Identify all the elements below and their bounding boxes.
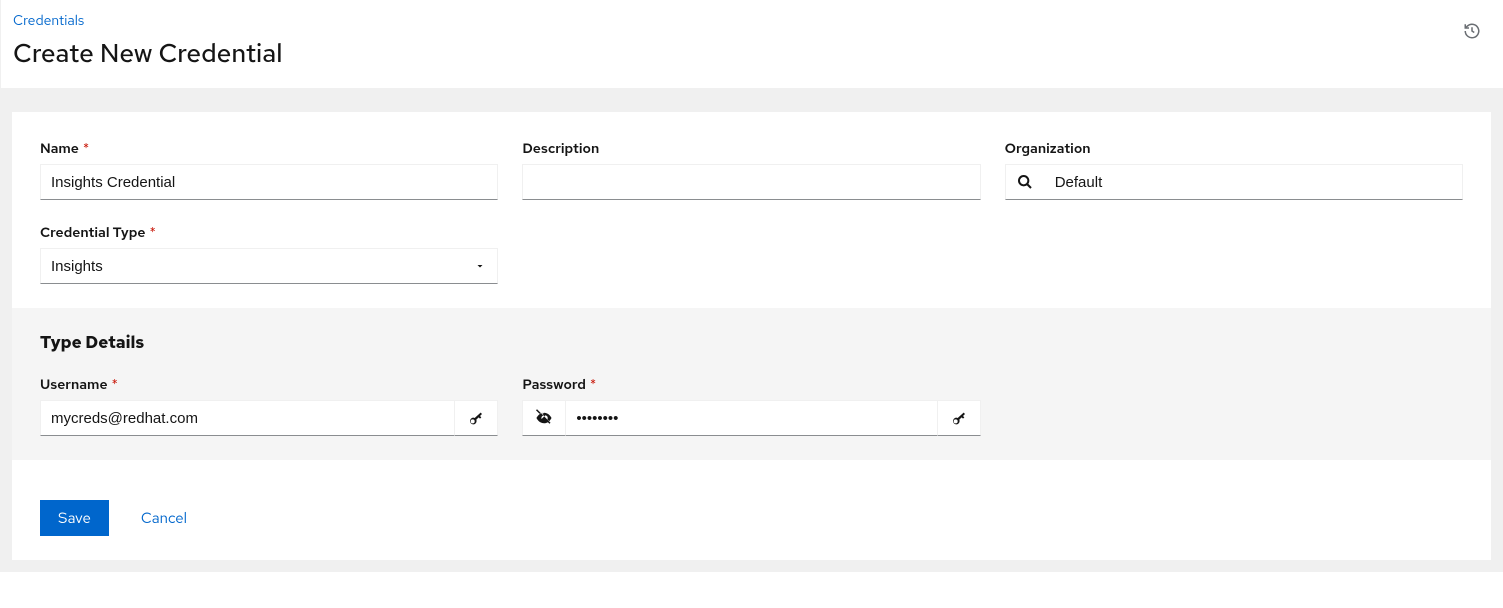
password-field-group: Password*: [522, 376, 980, 436]
form-actions: Save Cancel: [12, 460, 1491, 560]
organization-field-group: Organization: [1005, 140, 1463, 200]
required-asterisk: *: [590, 376, 596, 394]
search-icon[interactable]: [1005, 164, 1045, 200]
page-title: Create New Credential: [13, 36, 282, 70]
save-button[interactable]: Save: [40, 500, 109, 536]
key-icon-button[interactable]: [454, 400, 498, 436]
spacer: [1005, 376, 1463, 436]
toggle-visibility-button[interactable]: [522, 400, 566, 436]
page-header: Credentials Create New Credential: [0, 0, 1503, 88]
type-details-row: Username*: [40, 376, 1463, 436]
password-label: Password*: [522, 376, 980, 394]
type-details-section: Type Details Username*: [12, 308, 1491, 460]
description-field-group: Description: [522, 140, 980, 200]
credential-type-select[interactable]: [40, 248, 498, 284]
page-container: Credentials Create New Credential Name*: [0, 0, 1503, 572]
password-input-wrap: [522, 400, 980, 436]
name-label: Name*: [40, 140, 498, 158]
form-row-2: Credential Type*: [40, 224, 1463, 284]
password-input[interactable]: [566, 400, 936, 436]
key-icon-button[interactable]: [937, 400, 981, 436]
form-row-1: Name* Description Organization: [40, 140, 1463, 200]
form-card: Name* Description Organization: [12, 112, 1491, 560]
username-input[interactable]: [40, 400, 454, 436]
required-asterisk: *: [112, 376, 118, 394]
description-label: Description: [522, 140, 980, 158]
spacer: [522, 224, 980, 284]
username-input-wrap: [40, 400, 498, 436]
key-icon: [951, 410, 967, 426]
name-field-group: Name*: [40, 140, 498, 200]
header-left: Credentials Create New Credential: [13, 12, 282, 70]
required-asterisk: *: [83, 140, 89, 158]
credential-type-label: Credential Type*: [40, 224, 498, 242]
credential-type-field-group: Credential Type*: [40, 224, 498, 284]
cancel-button[interactable]: Cancel: [123, 500, 205, 536]
spacer: [1005, 224, 1463, 284]
content-area: Name* Description Organization: [0, 88, 1503, 572]
organization-lookup: [1005, 164, 1463, 200]
name-input[interactable]: [40, 164, 498, 200]
key-icon: [468, 410, 484, 426]
credential-type-value[interactable]: [40, 248, 498, 284]
type-details-heading: Type Details: [40, 332, 1463, 354]
organization-label: Organization: [1005, 140, 1463, 158]
username-field-group: Username*: [40, 376, 498, 436]
organization-input[interactable]: [1045, 164, 1463, 200]
required-asterisk: *: [150, 224, 156, 242]
history-icon[interactable]: [1453, 12, 1491, 50]
eye-slash-icon: [535, 409, 553, 427]
username-label: Username*: [40, 376, 498, 394]
main-form-section: Name* Description Organization: [12, 112, 1491, 308]
description-input[interactable]: [522, 164, 980, 200]
breadcrumb-credentials[interactable]: Credentials: [13, 12, 84, 30]
